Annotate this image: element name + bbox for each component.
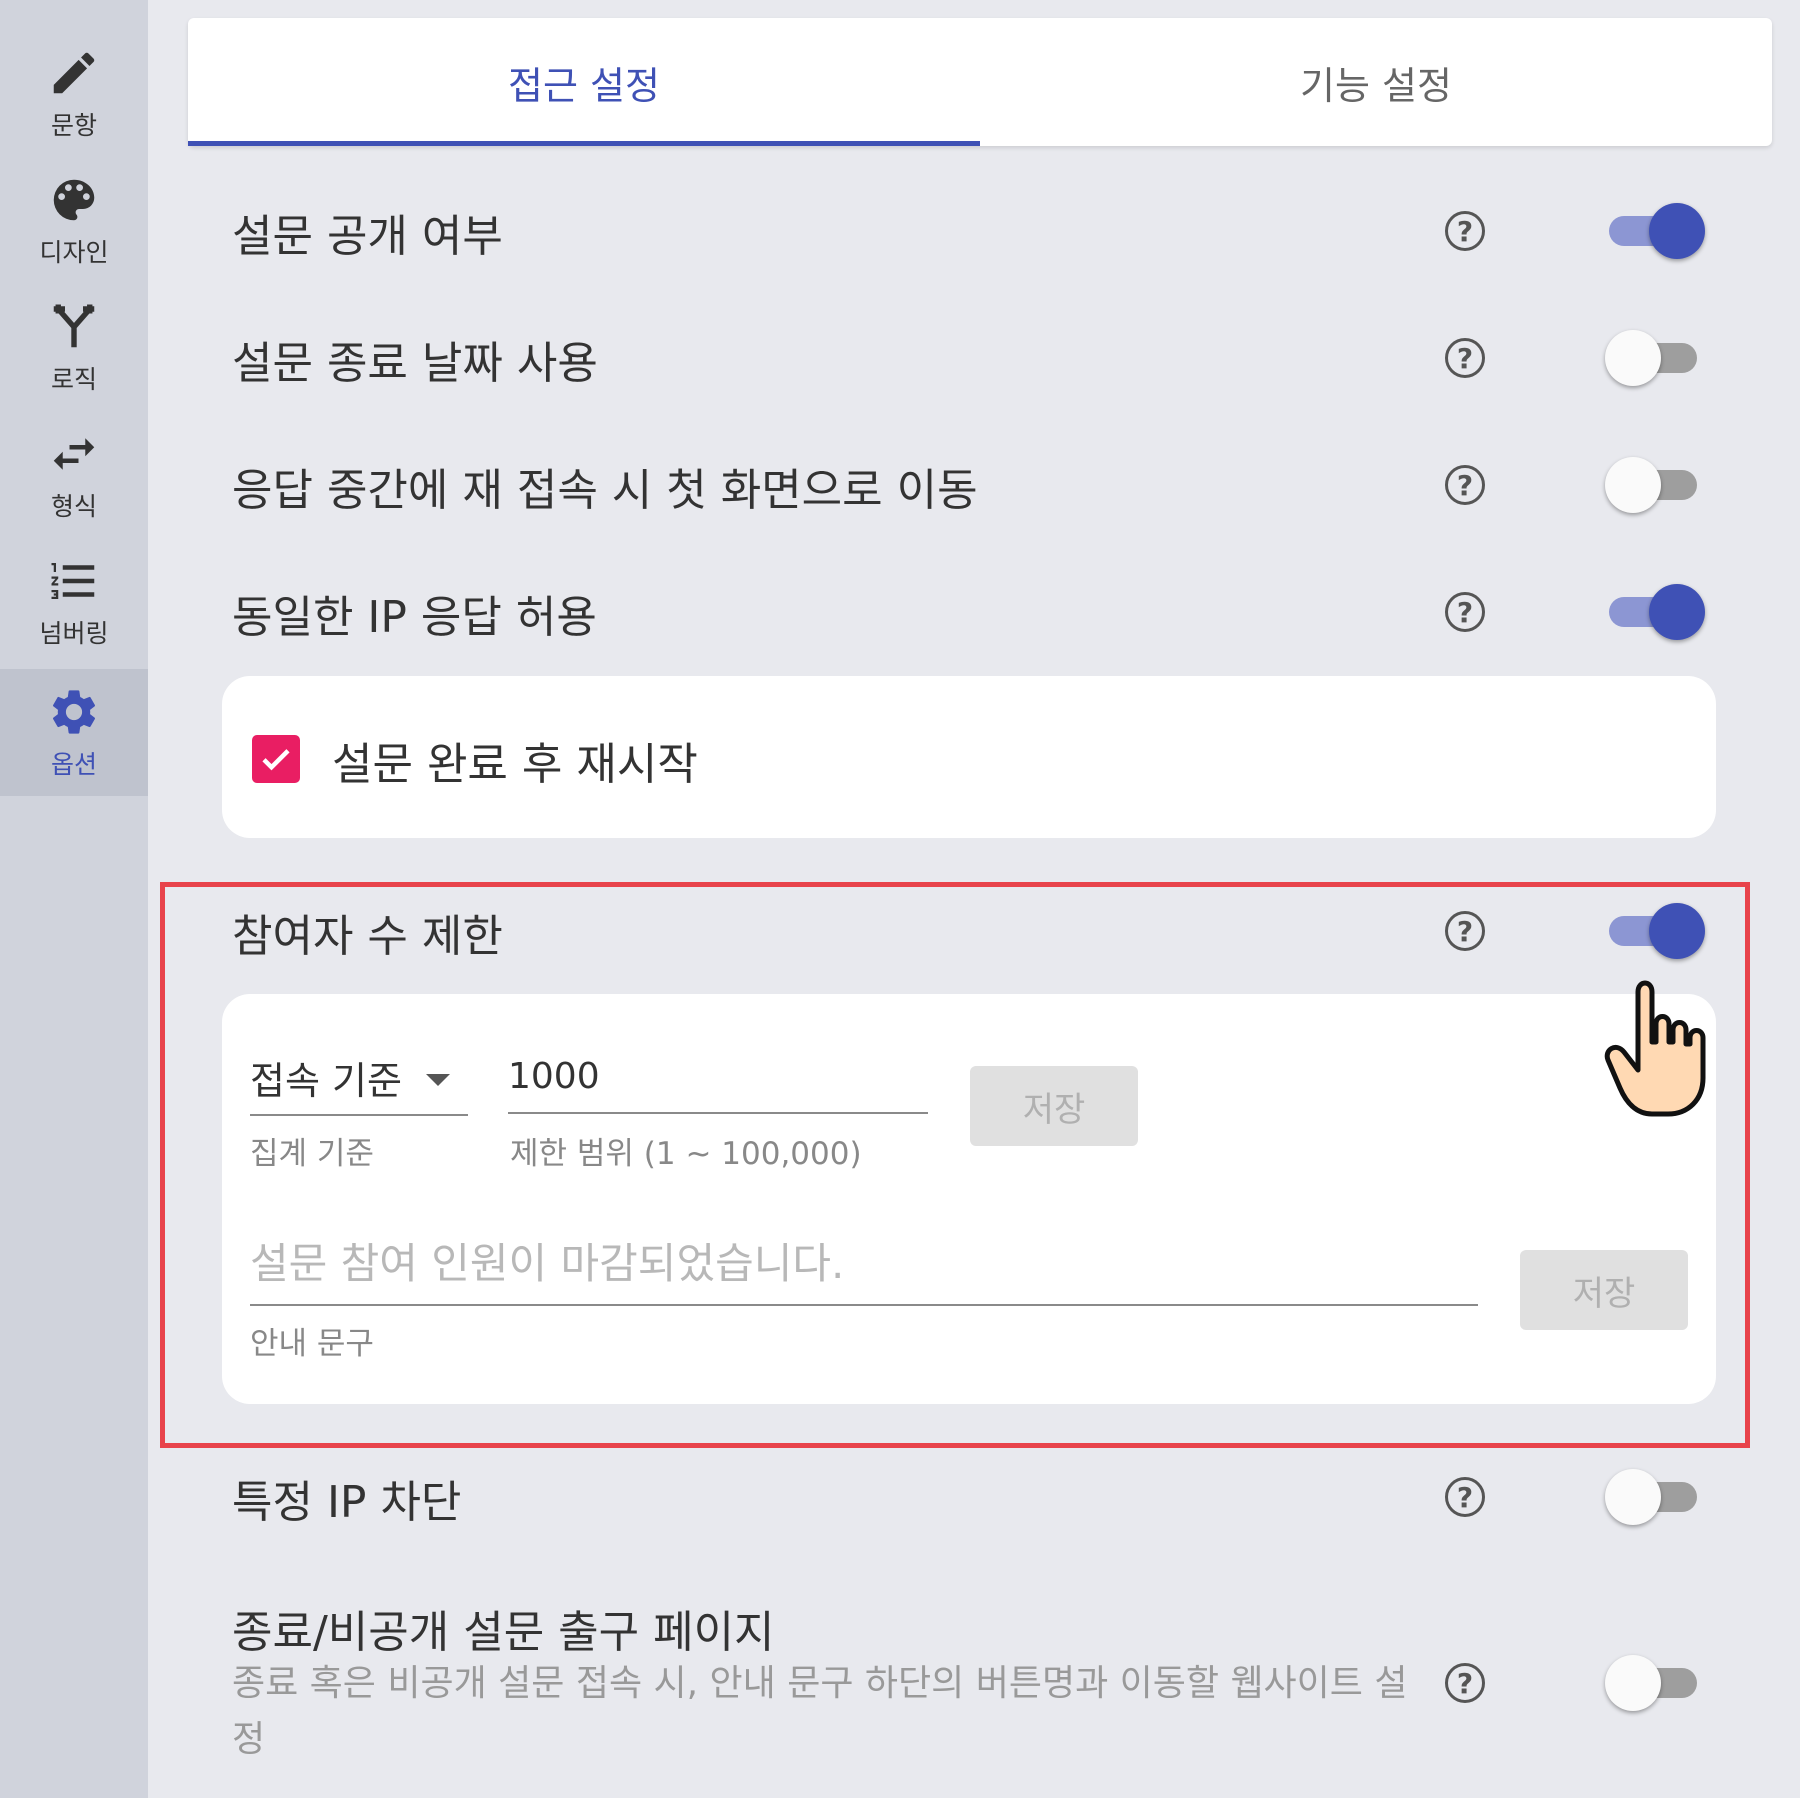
toggle-knob [1605,1655,1661,1711]
help-icon[interactable]: ? [1445,592,1485,632]
gear-icon [52,689,96,734]
tab-label: 기능 설정 [1300,63,1452,108]
tab-access-settings[interactable]: 접근 설정 [188,18,980,146]
public-toggle[interactable] [1605,203,1705,259]
help-icon[interactable]: ? [1445,465,1485,505]
sidebar-item-label: 형식 [50,491,97,521]
end-date-toggle[interactable] [1605,330,1705,386]
active-tab-indicator [188,141,980,146]
help-icon[interactable]: ? [1445,1663,1485,1703]
restart-checkbox-label: 설문 완료 후 재시작 [332,739,698,790]
setting-label-end-date: 설문 종료 날짜 사용 [232,338,598,389]
branch-icon [53,304,95,347]
palette-icon [53,179,95,220]
sidebar-item-label: 로직 [50,364,97,394]
sidebar-item-options[interactable]: 옵션 [0,669,148,796]
toggle-knob [1605,330,1661,386]
settings-tabs: 접근 설정 기능 설정 [188,18,1772,146]
setting-label-public: 설문 공개 여부 [232,211,503,262]
setting-label-block-ip: 특정 IP 차단 [232,1477,462,1528]
sidebar-item-label: 디자인 [39,237,109,267]
sidebar-item-label: 문항 [50,110,97,140]
help-glyph: ? [1456,595,1474,629]
toggle-knob [1649,203,1705,259]
help-glyph: ? [1456,341,1474,375]
setting-label-exit-page: 종료/비공개 설문 출구 페이지 [232,1607,775,1658]
exit-page-toggle[interactable] [1605,1655,1705,1711]
sidebar-item-logic[interactable]: 로직 [0,284,148,411]
help-glyph: ? [1456,468,1474,502]
help-glyph: ? [1456,1666,1474,1700]
tab-feature-settings[interactable]: 기능 설정 [980,18,1772,146]
block-ip-toggle[interactable] [1605,1469,1705,1525]
help-icon[interactable]: ? [1445,211,1485,251]
pencil-icon [53,52,95,93]
toggle-knob [1649,584,1705,640]
help-glyph: ? [1456,1480,1474,1514]
sidebar-item-label: 넘버링 [39,618,109,648]
checkmark-icon [262,749,290,771]
restart-checkbox[interactable] [252,735,300,783]
setting-label-reconnect: 응답 중간에 재 접속 시 첫 화면으로 이동 [232,465,978,516]
setting-label-same-ip: 동일한 IP 응답 허용 [232,592,597,643]
help-icon[interactable]: ? [1445,338,1485,378]
reconnect-toggle[interactable] [1605,457,1705,513]
sidebar-item-questions[interactable]: 문항 [0,30,148,157]
sidebar: 문항 디자인 로직 형식 넘버링 옵션 [0,0,148,1798]
toggle-knob [1605,457,1661,513]
toggle-knob [1605,1469,1661,1525]
numbered-list-icon [51,562,95,599]
exit-page-description: 종료 혹은 비공개 설문 접속 시, 안내 문구 하단의 버튼명과 이동할 웹사… [232,1663,1408,1760]
help-icon[interactable]: ? [1445,1477,1485,1517]
sidebar-item-label: 옵션 [50,749,97,779]
pointer-hand-icon [1604,980,1706,1117]
highlight-frame [160,882,1750,1448]
sidebar-item-design[interactable]: 디자인 [0,157,148,284]
same-ip-toggle[interactable] [1605,584,1705,640]
help-glyph: ? [1456,214,1474,248]
swap-arrows-icon [53,437,95,470]
sidebar-item-numbering[interactable]: 넘버링 [0,538,148,665]
tab-label: 접근 설정 [508,63,660,108]
sidebar-item-format[interactable]: 형식 [0,411,148,538]
